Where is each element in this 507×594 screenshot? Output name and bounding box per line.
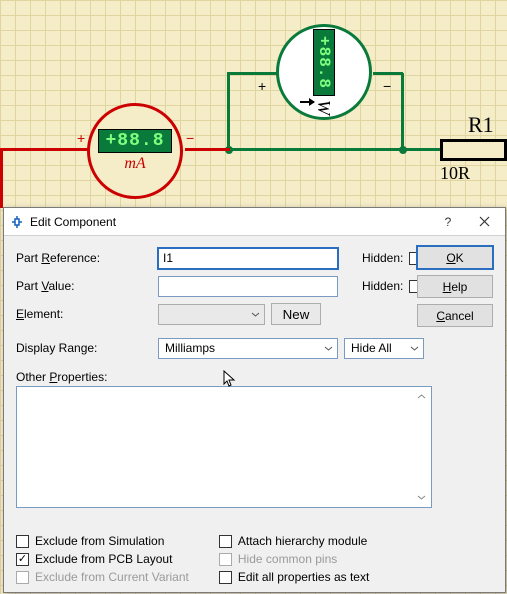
new-element-button[interactable]: New <box>271 303 321 325</box>
element-combo[interactable] <box>158 304 265 325</box>
chevron-down-icon <box>410 344 419 353</box>
element-label: Element: <box>16 307 158 321</box>
wattmeter-reading: +88.8 <box>313 29 335 96</box>
close-button[interactable] <box>469 211 499 233</box>
wire <box>185 148 230 151</box>
component-icon <box>10 215 24 229</box>
exclude-simulation-option[interactable]: Exclude from Simulation <box>16 534 189 548</box>
direction-arrow <box>300 101 314 103</box>
ammeter-minus: − <box>186 130 194 146</box>
chevron-up-icon <box>417 392 426 401</box>
help-button[interactable]: ? <box>433 211 463 233</box>
part-value-label: Part Value: <box>16 279 158 293</box>
part-reference-input[interactable] <box>158 248 338 269</box>
other-properties-label: Other Properties: <box>16 370 107 384</box>
ammeter[interactable]: +88.8 mA <box>87 103 183 199</box>
close-icon <box>479 216 490 227</box>
ammeter-plus: + <box>77 130 85 146</box>
hide-combo[interactable]: Hide All <box>344 338 424 359</box>
display-range-label: Display Range: <box>16 341 158 355</box>
junction-node <box>399 146 407 154</box>
part-reference-label: Part Reference: <box>16 251 158 265</box>
wire <box>401 73 404 150</box>
wattmeter-unit: W <box>313 100 334 115</box>
chevron-down-icon <box>417 493 426 502</box>
scroll-down-button[interactable] <box>413 489 430 506</box>
resistor-body[interactable] <box>440 139 507 161</box>
exclude-pcb-option[interactable]: Exclude from PCB Layout <box>16 552 189 566</box>
dialog-titlebar[interactable]: Edit Component ? <box>4 208 505 236</box>
part-value-input[interactable] <box>158 276 338 297</box>
scroll-up-button[interactable] <box>413 388 430 405</box>
hidden-label: Hidden: <box>362 279 403 293</box>
exclude-variant-option: Exclude from Current Variant <box>16 570 189 584</box>
ammeter-reading: +88.8 <box>98 129 171 153</box>
ammeter-unit: mA <box>124 155 145 173</box>
ok-button[interactable]: OK <box>417 246 493 269</box>
edit-all-text-option[interactable]: Edit all properties as text <box>219 570 369 584</box>
wire <box>373 72 403 75</box>
wattmeter-minus: − <box>383 78 391 94</box>
wattmeter[interactable]: +88.8 W <box>276 24 372 120</box>
attach-hierarchy-option[interactable]: Attach hierarchy module <box>219 534 369 548</box>
resistor-ref: R1 <box>468 112 494 138</box>
help-icon: ? <box>445 215 452 229</box>
hidden-label: Hidden: <box>362 251 403 265</box>
wire <box>227 72 277 75</box>
hide-common-pins-option: Hide common pins <box>219 552 369 566</box>
resistor-value: 10R <box>440 163 470 184</box>
dialog-title: Edit Component <box>30 215 427 229</box>
help-push-button[interactable]: Help <box>417 275 493 298</box>
display-range-value: Milliamps <box>165 341 215 355</box>
chevron-down-icon <box>251 310 260 319</box>
wire <box>227 74 230 150</box>
wattmeter-plus: + <box>258 78 266 94</box>
edit-component-dialog: Edit Component ? OK Help Cancel Part Ref… <box>3 207 506 593</box>
display-range-combo[interactable]: Milliamps <box>158 338 338 359</box>
hide-combo-value: Hide All <box>351 341 392 355</box>
wire <box>0 148 90 151</box>
chevron-down-icon <box>324 344 333 353</box>
wire <box>0 148 3 208</box>
cancel-button[interactable]: Cancel <box>417 304 493 327</box>
other-properties-textarea[interactable] <box>16 386 432 508</box>
